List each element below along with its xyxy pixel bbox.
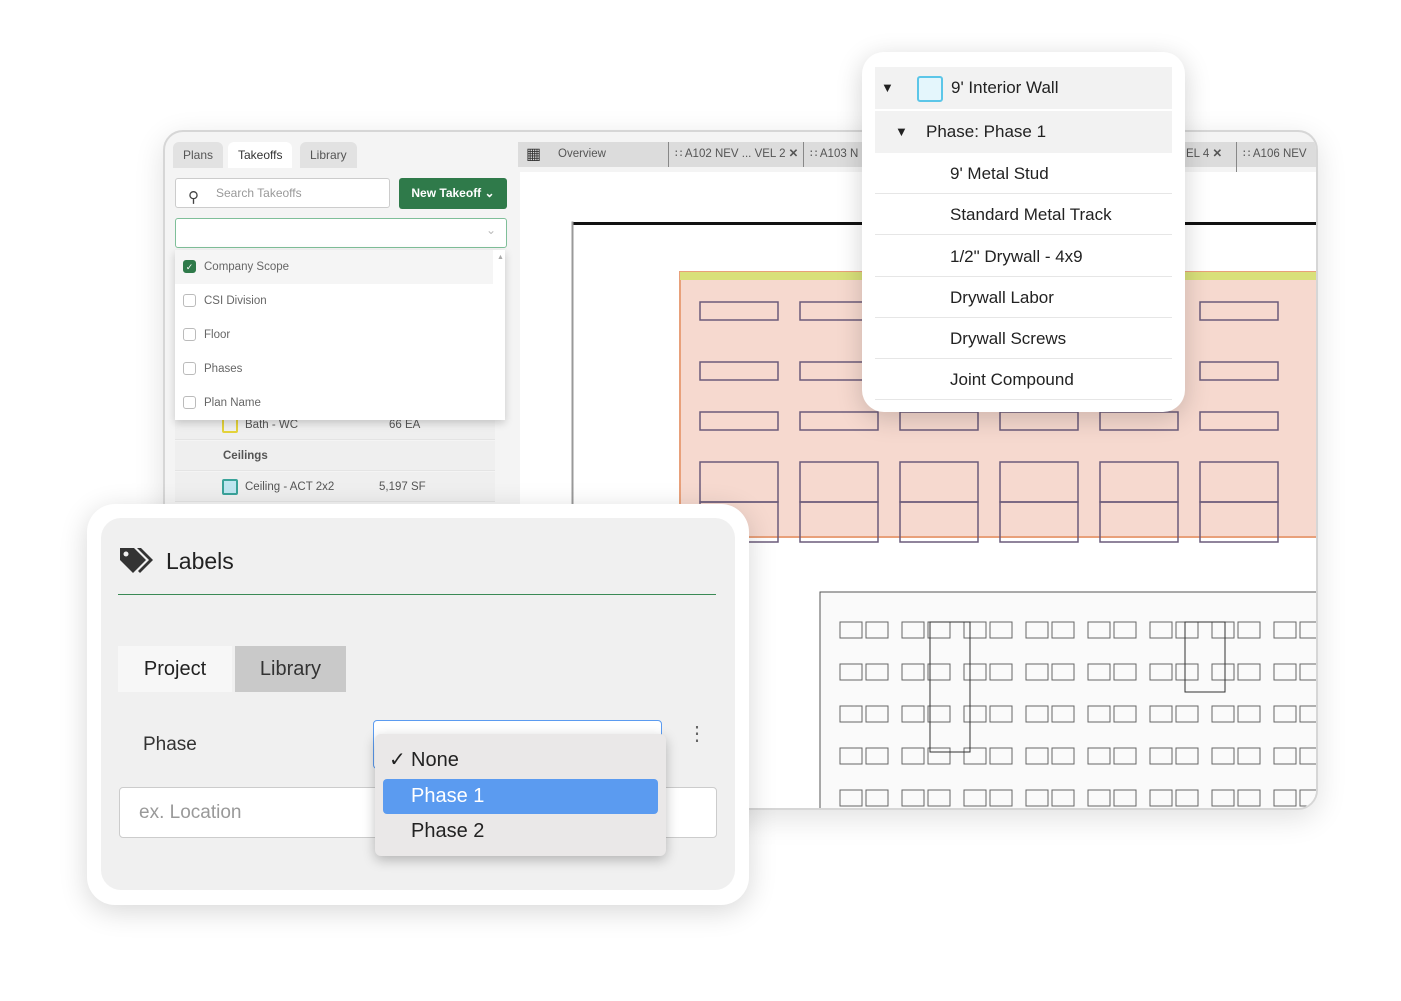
plan-tab-label: A102 NEV ... VEL 2	[684, 148, 786, 160]
list-item[interactable]: Drywall Labor	[875, 277, 1172, 318]
search-icon: ⚲	[188, 189, 199, 206]
area-icon	[222, 479, 238, 495]
checkbox[interactable]	[183, 328, 196, 341]
takeoff-title: 9' Interior Wall	[951, 78, 1059, 97]
tab-library[interactable]: Library	[300, 142, 357, 168]
takeoff-header[interactable]: ▼ 9' Interior Wall	[875, 67, 1172, 109]
phase-label: Phase	[143, 734, 197, 755]
list-item[interactable]: Standard Metal Track	[875, 194, 1172, 235]
close-icon[interactable]: ✕	[789, 148, 799, 160]
wall-icon	[917, 76, 943, 102]
new-takeoff-label: New Takeoff	[411, 186, 482, 200]
labels-panel-body: Labels Project Library Phase ⋮ ex. Locat…	[101, 518, 735, 890]
close-icon[interactable]: ✕	[1212, 148, 1222, 160]
option-phases[interactable]: Phases	[175, 352, 493, 386]
panel-title: Labels	[166, 548, 234, 574]
option-label: Company Scope	[204, 261, 290, 273]
list-item[interactable]: Joint Compound	[875, 359, 1172, 400]
checkbox[interactable]	[183, 362, 196, 375]
option-phase-1[interactable]: Phase 1	[383, 779, 658, 814]
floor-plan	[819, 591, 1316, 808]
labels-panel: Labels Project Library Phase ⋮ ex. Locat…	[87, 504, 749, 905]
checkbox[interactable]	[183, 294, 196, 307]
phase-title: Phase: Phase 1	[926, 122, 1047, 141]
location-placeholder: ex. Location	[139, 802, 242, 823]
plan-tab[interactable]: ∷ A102 NEV ... VEL 2 ✕	[668, 142, 798, 167]
tab-project[interactable]: Project	[118, 646, 232, 692]
item-qty: 5,197 SF	[379, 481, 426, 493]
checkbox[interactable]	[183, 396, 196, 409]
plan-tab-label: A103 N	[819, 148, 859, 160]
item-name: Bath - WC	[245, 419, 299, 431]
option-label: None	[411, 749, 459, 771]
list-item[interactable]: Ceiling - ACT 2x2 5,197 SF	[175, 472, 495, 502]
check-icon: ✓	[389, 749, 406, 771]
option-plan-name[interactable]: Plan Name	[175, 386, 493, 420]
option-label: CSI Division	[204, 295, 267, 307]
tab-plans[interactable]: Plans	[173, 142, 224, 168]
chevron-down-icon: ⌄	[485, 223, 496, 237]
group-by-options: ✓ Company Scope CSI Division Floor Phases…	[175, 250, 505, 420]
option-none[interactable]: ✓ None	[383, 743, 658, 778]
option-label: Phase 1	[411, 785, 485, 807]
caret-down-icon[interactable]: ▼	[895, 111, 908, 153]
plan-tab[interactable]: ∷ A103 N	[803, 142, 858, 167]
new-takeoff-button[interactable]: New Takeoff ⌄	[399, 178, 507, 209]
caret-down-icon[interactable]: ▼	[881, 67, 894, 109]
tab-overview[interactable]: Overview	[558, 142, 606, 167]
takeoff-detail-popup: ▼ 9' Interior Wall ▼ Phase: Phase 1 9' M…	[862, 52, 1185, 412]
tag-icon	[120, 548, 153, 573]
search-placeholder: Search Takeoffs	[216, 186, 302, 200]
option-label: Floor	[204, 329, 231, 341]
checkbox-checked[interactable]: ✓	[183, 260, 196, 273]
chevron-down-icon: ⌄	[484, 186, 495, 200]
option-floor[interactable]: Floor	[175, 318, 493, 352]
more-options-icon[interactable]: ⋮	[687, 724, 707, 744]
tab-takeoffs[interactable]: Takeoffs	[228, 142, 293, 168]
group-by-select[interactable]: ⌄	[175, 218, 507, 248]
option-phase-2[interactable]: Phase 2	[383, 814, 658, 849]
list-item[interactable]: 1/2" Drywall - 4x9	[875, 236, 1172, 277]
option-csi-division[interactable]: CSI Division	[175, 284, 493, 318]
option-company-scope[interactable]: ✓ Company Scope	[175, 250, 493, 284]
option-label: Phase 2	[411, 820, 485, 842]
group-header[interactable]: Ceilings	[175, 441, 495, 471]
plan-tab-label: EL 4	[1186, 148, 1210, 160]
option-label: Plan Name	[204, 397, 261, 409]
phase-header[interactable]: ▼ Phase: Phase 1	[875, 111, 1172, 153]
tab-library[interactable]: Library	[235, 646, 346, 692]
phase-options-list: ✓ None Phase 1 Phase 2	[375, 734, 666, 856]
plan-tab[interactable]: EL 4 ✕	[1186, 142, 1222, 167]
option-label: Phases	[204, 363, 243, 375]
search-takeoffs-input[interactable]: ⚲ Search Takeoffs	[175, 178, 390, 208]
list-item[interactable]: 9' Metal Stud	[875, 153, 1172, 194]
item-name: Ceiling - ACT 2x2	[245, 481, 335, 493]
divider	[118, 594, 716, 595]
list-item[interactable]: Drywall Screws	[875, 318, 1172, 359]
grid-icon: ▦	[526, 146, 542, 163]
scrollbar[interactable]: ▲	[497, 254, 504, 414]
